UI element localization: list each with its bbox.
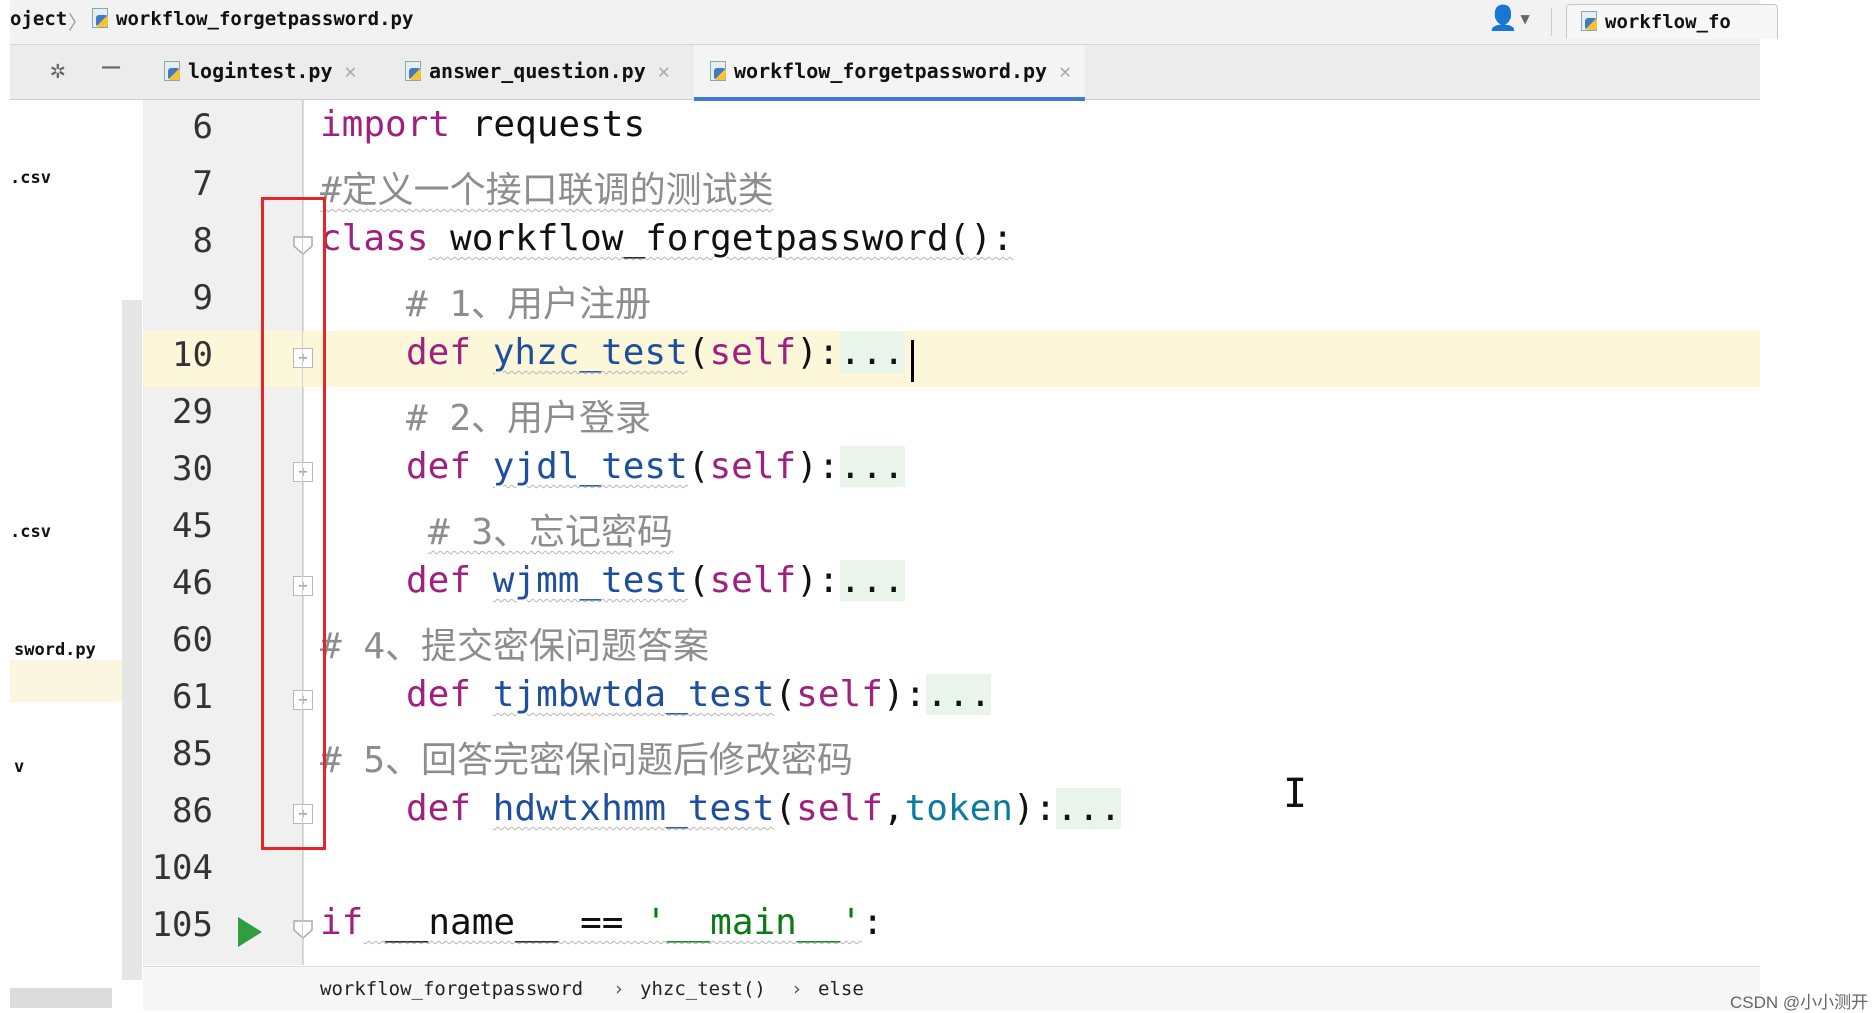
- highlight-annotation-box: [261, 197, 326, 850]
- project-scrollbar[interactable]: [122, 300, 142, 980]
- line-number: 46: [172, 563, 213, 603]
- breadcrumb-method[interactable]: yhzc_test(): [640, 978, 766, 1000]
- line-number: 10: [172, 335, 213, 375]
- tab-logintest[interactable]: logintest.py ✕: [162, 45, 357, 97]
- text-cursor: [911, 340, 914, 382]
- line-number: 85: [172, 734, 213, 774]
- code-line-46[interactable]: def wjmm_test(self):...: [406, 560, 905, 601]
- run-icon[interactable]: [238, 917, 262, 947]
- code-line-85[interactable]: # 5、回答完密保问题后修改密码: [320, 731, 853, 783]
- close-icon[interactable]: ✕: [658, 59, 670, 83]
- horizontal-scrollbar[interactable]: [10, 988, 112, 1008]
- close-icon[interactable]: ✕: [345, 59, 357, 83]
- close-icon[interactable]: ✕: [1059, 59, 1071, 83]
- code-line-45[interactable]: # 3、忘记密码: [428, 503, 673, 555]
- breadcrumb-else[interactable]: else: [818, 978, 864, 1000]
- run-configuration-selector[interactable]: workflow_fo: [1566, 4, 1778, 39]
- project-item[interactable]: .csv: [10, 522, 51, 542]
- chevron-right-icon: ›: [791, 978, 803, 1000]
- line-number: 29: [172, 392, 213, 432]
- line-number: 104: [151, 848, 213, 888]
- code-line-8[interactable]: class workflow_forgetpassword():: [320, 218, 1014, 259]
- line-number: 105: [151, 905, 213, 945]
- breadcrumb-file[interactable]: workflow_forgetpassword.py: [90, 8, 413, 30]
- tab-workflow-forgetpassword[interactable]: workflow_forgetpassword.py ✕: [694, 45, 1086, 101]
- mouse-ibeam-icon: I: [1283, 771, 1308, 817]
- line-number: 9: [192, 278, 213, 318]
- line-number: 8: [192, 221, 213, 261]
- project-item[interactable]: .csv: [10, 168, 51, 188]
- user-icon[interactable]: 👤▾: [1488, 4, 1532, 32]
- gear-icon[interactable]: ✲: [50, 55, 66, 85]
- project-item[interactable]: sword.py: [14, 640, 96, 660]
- code-line-86[interactable]: def hdwtxhmm_test(self,token):...: [406, 788, 1122, 829]
- fold-arrow-icon[interactable]: [292, 918, 314, 940]
- line-number: 60: [172, 620, 213, 660]
- line-number: 61: [172, 677, 213, 717]
- breadcrumb-project[interactable]: oject: [10, 8, 67, 30]
- editor-tab-bar: ✲ — logintest.py ✕ answer_question.py ✕ wo…: [10, 45, 1760, 101]
- code-line-61[interactable]: def tjmbwtda_test(self):...: [406, 674, 992, 715]
- breadcrumb-file-label: workflow_forgetpassword.py: [116, 8, 414, 30]
- breadcrumb-class[interactable]: workflow_forgetpassword: [320, 978, 583, 1000]
- line-number: 86: [172, 791, 213, 831]
- line-number: 45: [172, 506, 213, 546]
- run-config-label: workflow_fo: [1605, 11, 1731, 33]
- python-file-icon: [708, 61, 728, 81]
- breadcrumb-separator-icon: 〉: [68, 12, 88, 34]
- code-line-60[interactable]: # 4、提交密保问题答案: [320, 617, 709, 669]
- python-file-icon: [162, 61, 182, 81]
- python-file-icon: [90, 8, 110, 28]
- code-line-9[interactable]: # 1、用户注册: [406, 275, 651, 327]
- code-breadcrumb-bar: workflow_forgetpassword › yhzc_test() › …: [143, 966, 1760, 1011]
- tab-label: workflow_forgetpassword.py: [734, 59, 1048, 83]
- code-line-7[interactable]: #定义一个接口联调的测试类: [320, 161, 774, 213]
- code-line-30[interactable]: def yjdl_test(self):...: [406, 446, 905, 487]
- navigation-bar: oject 〉 workflow_forgetpassword.py 👤▾: [10, 0, 1760, 45]
- python-icon: [1579, 11, 1599, 31]
- code-line-6[interactable]: import requests: [320, 104, 645, 145]
- current-line-highlight: [143, 331, 1760, 387]
- divider: [1551, 8, 1552, 36]
- collapse-icon[interactable]: —: [102, 49, 120, 84]
- project-item[interactable]: v: [14, 757, 24, 777]
- line-number: 6: [192, 107, 213, 147]
- line-number: 7: [192, 164, 213, 204]
- python-file-icon: [403, 61, 423, 81]
- watermark: CSDN @小小测开: [1730, 993, 1869, 1012]
- line-number: 30: [172, 449, 213, 489]
- chevron-right-icon: ›: [613, 978, 625, 1000]
- tab-label: answer_question.py: [429, 59, 646, 83]
- tab-answer-question[interactable]: answer_question.py ✕: [403, 45, 670, 97]
- code-line-105[interactable]: if __name__ == '__main__':: [320, 902, 884, 943]
- code-line-29[interactable]: # 2、用户登录: [406, 389, 651, 441]
- tab-label: logintest.py: [188, 59, 333, 83]
- selected-item-highlight: [10, 660, 122, 702]
- code-line-10[interactable]: def yhzc_test(self):...: [406, 332, 905, 373]
